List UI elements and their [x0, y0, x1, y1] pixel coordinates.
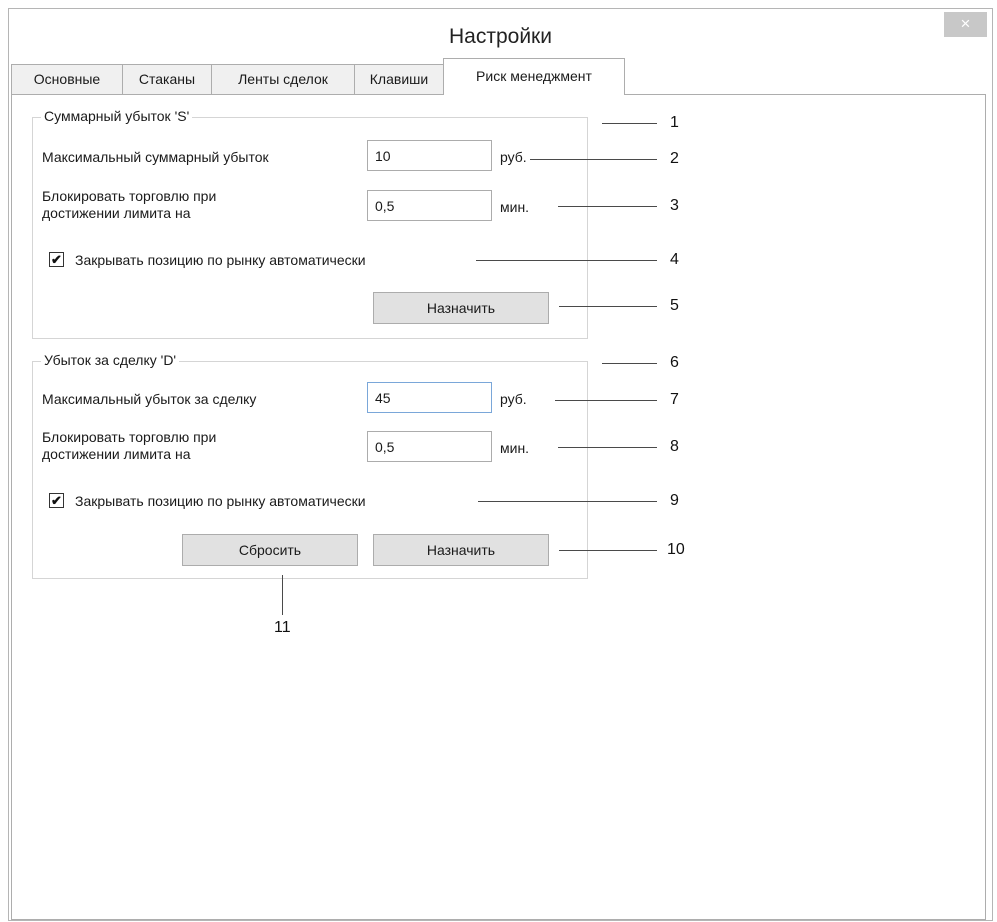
tab-main[interactable]: Основные	[11, 64, 123, 94]
max-total-loss-unit: руб.	[500, 149, 527, 165]
autoclose-label-d: Закрывать позицию по рынку автоматически	[75, 493, 366, 509]
callout-5: 5	[670, 297, 679, 314]
callout-8: 8	[670, 438, 679, 455]
tab-trade-feeds[interactable]: Ленты сделок	[211, 64, 355, 94]
max-trade-loss-label: Максимальный убыток за сделку	[42, 391, 257, 407]
assign-button-s[interactable]: Назначить	[373, 292, 549, 324]
max-total-loss-label: Максимальный суммарный убыток	[42, 149, 269, 165]
callout-11: 11	[274, 619, 291, 636]
callout-10: 10	[667, 541, 685, 558]
autoclose-label-s: Закрывать позицию по рынку автоматически	[75, 252, 366, 268]
block-trading-d-minutes-input[interactable]	[367, 431, 492, 462]
block-trading-unit: мин.	[500, 199, 530, 215]
group-trade-loss-legend: Убыток за сделку 'D'	[41, 352, 180, 368]
autoclose-checkbox-s[interactable]: ✔	[49, 252, 64, 267]
callout-3: 3	[670, 197, 679, 214]
settings-window: Настройки × Основные Стаканы Ленты сдело…	[8, 8, 993, 921]
callout-leader-3	[558, 206, 657, 207]
callout-2: 2	[670, 150, 679, 167]
autoclose-checkbox-d[interactable]: ✔	[49, 493, 64, 508]
tab-order-books[interactable]: Стаканы	[122, 64, 212, 94]
max-total-loss-input[interactable]	[367, 140, 492, 171]
callout-6: 6	[670, 354, 679, 371]
callout-leader-2	[530, 159, 657, 160]
group-total-loss-legend: Суммарный убыток 'S'	[41, 108, 193, 124]
reset-button-d[interactable]: Сбросить	[182, 534, 358, 566]
callout-leader-8	[558, 447, 657, 448]
tab-strip: Основные Стаканы Ленты сделок Клавиши Ри…	[11, 58, 986, 95]
block-trading-d-unit: мин.	[500, 440, 530, 456]
risk-management-panel: Суммарный убыток 'S' Максимальный суммар…	[11, 95, 986, 920]
title-bar: Настройки ×	[9, 9, 992, 61]
block-trading-d-label-line1: Блокировать торговлю при	[42, 429, 217, 445]
close-icon[interactable]: ×	[944, 12, 987, 37]
block-trading-d-label-line2: достижении лимита на	[42, 446, 191, 462]
assign-button-d[interactable]: Назначить	[373, 534, 549, 566]
tab-risk-management[interactable]: Риск менеджмент	[443, 58, 625, 95]
callout-leader-1	[602, 123, 657, 124]
callout-leader-7	[555, 400, 657, 401]
callout-leader-5	[559, 306, 657, 307]
callout-leader-11	[282, 575, 283, 615]
window-title: Настройки	[449, 25, 552, 48]
callout-1: 1	[670, 114, 679, 131]
block-trading-label-line1: Блокировать торговлю при	[42, 188, 217, 204]
callout-leader-4	[476, 260, 657, 261]
callout-4: 4	[670, 251, 679, 268]
callout-leader-6	[602, 363, 657, 364]
callout-7: 7	[670, 391, 679, 408]
max-trade-loss-unit: руб.	[500, 391, 527, 407]
block-trading-label-line2: достижении лимита на	[42, 205, 191, 221]
block-trading-minutes-input[interactable]	[367, 190, 492, 221]
tab-hotkeys[interactable]: Клавиши	[354, 64, 444, 94]
max-trade-loss-input[interactable]	[367, 382, 492, 413]
callout-9: 9	[670, 492, 679, 509]
callout-leader-9	[478, 501, 657, 502]
callout-leader-10	[559, 550, 657, 551]
